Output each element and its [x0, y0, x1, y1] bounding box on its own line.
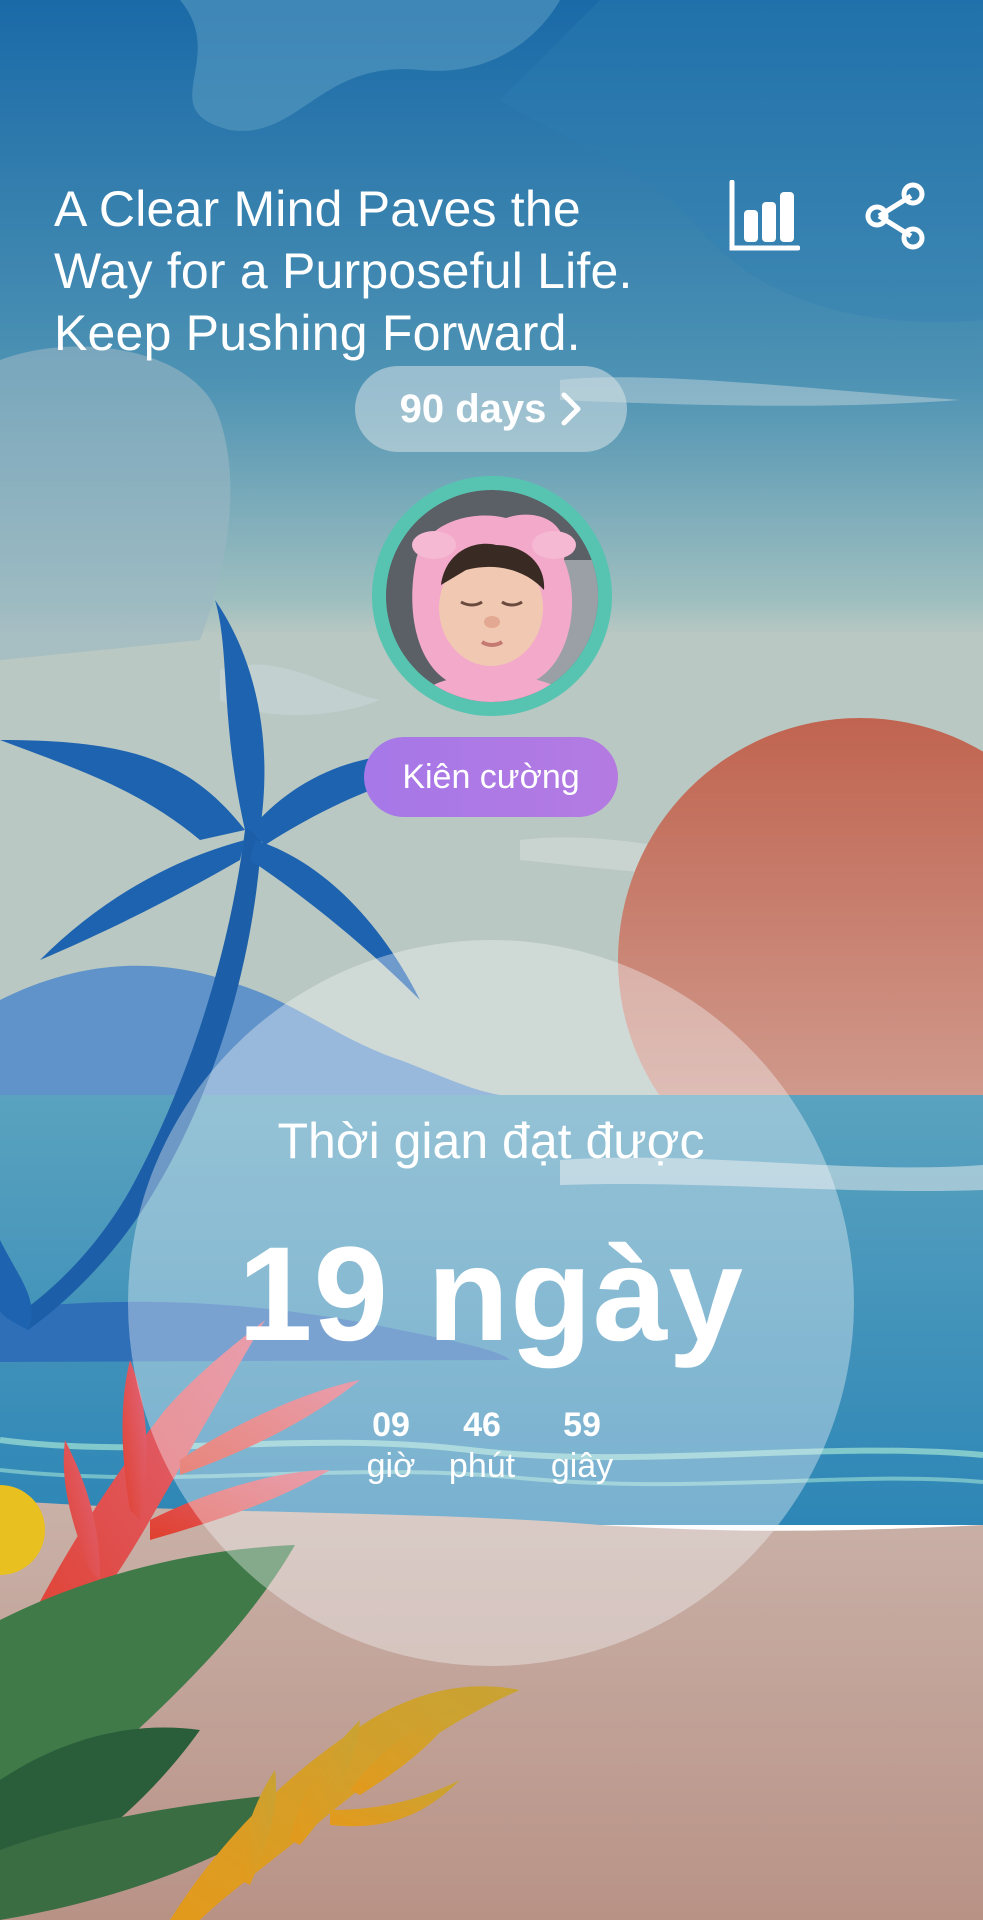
stats-button[interactable] [724, 176, 804, 256]
share-icon [865, 182, 925, 250]
status-label: Kiên cường [402, 757, 580, 796]
motivational-quote: A Clear Mind Paves the Way for a Purpose… [54, 181, 633, 361]
minutes-label: phút [448, 1447, 516, 1485]
avatar-image [386, 490, 598, 702]
achieved-days-value: 19 ngày [237, 1220, 745, 1369]
avatar[interactable] [372, 476, 612, 716]
status-badge[interactable]: Kiên cường [364, 737, 618, 817]
achieved-time-title: Thời gian đạt được [277, 1113, 705, 1169]
seconds-label: giây [550, 1447, 614, 1485]
chevron-right-icon [561, 392, 581, 426]
goal-days-label: 90 days [399, 386, 547, 431]
minutes-value: 46 [463, 1406, 501, 1444]
goal-days-button[interactable]: 90 days [355, 366, 627, 452]
seconds-value: 59 [563, 1406, 601, 1444]
share-button[interactable] [860, 176, 930, 256]
minutes-block: 46 phút [427, 1405, 537, 1487]
bar-chart-icon [729, 180, 800, 251]
seconds-block: 59 giây [527, 1405, 637, 1487]
